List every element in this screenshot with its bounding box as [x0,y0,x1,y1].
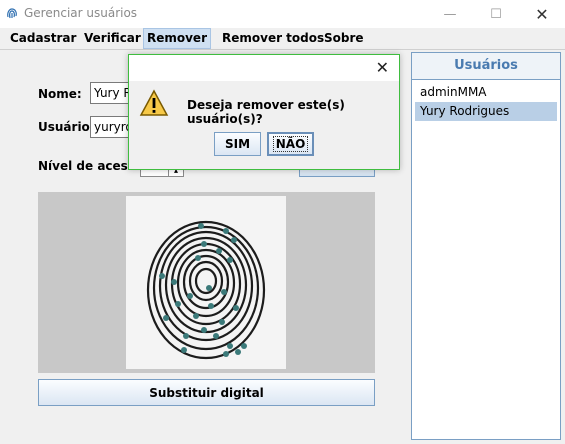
fingerprint-app-icon [7,8,17,19]
menu-remover-todos[interactable]: Remover todos [216,28,330,49]
yes-button-label: SIM [224,137,251,151]
menu-remover[interactable]: Remover [143,28,211,49]
name-label: Nome: [38,87,82,101]
menu-sobre[interactable]: Sobre [318,28,370,49]
menu-cadastrar[interactable]: Cadastrar [4,28,82,49]
close-icon[interactable]: ✕ [376,58,389,77]
user-list-item[interactable]: adminMMA [412,83,560,102]
warning-icon [139,89,169,116]
no-button-label: NÃO [272,136,309,152]
menu-bar: Cadastrar Verificar Remover Remover todo… [0,28,565,49]
window-title: Gerenciar usuários [24,6,138,20]
yes-button[interactable]: SIM [214,132,261,156]
confirm-dialog: ✕ Deseja remover este(s) usuário(s)? SIM… [128,54,400,170]
dialog-title-bar: ✕ [129,55,399,81]
user-label: Usuário: [38,120,95,134]
no-button[interactable]: NÃO [267,132,314,156]
users-panel: Usuários adminMMA Yury Rodrigues [411,52,561,440]
maximize-icon[interactable]: ☐ [473,0,519,28]
close-icon[interactable]: ✕ [519,0,565,28]
user-list-item-selected[interactable]: Yury Rodrigues [415,102,557,121]
title-bar: Gerenciar usuários — ☐ ✕ [0,0,565,28]
users-panel-title: Usuários [412,53,560,80]
dialog-message: Deseja remover este(s) usuário(s)? [187,98,345,126]
menu-verificar[interactable]: Verificar [78,28,147,49]
replace-fingerprint-button[interactable]: Substituir digital [38,379,375,406]
fingerprint-image [126,196,286,369]
minimize-icon[interactable]: — [427,0,473,28]
